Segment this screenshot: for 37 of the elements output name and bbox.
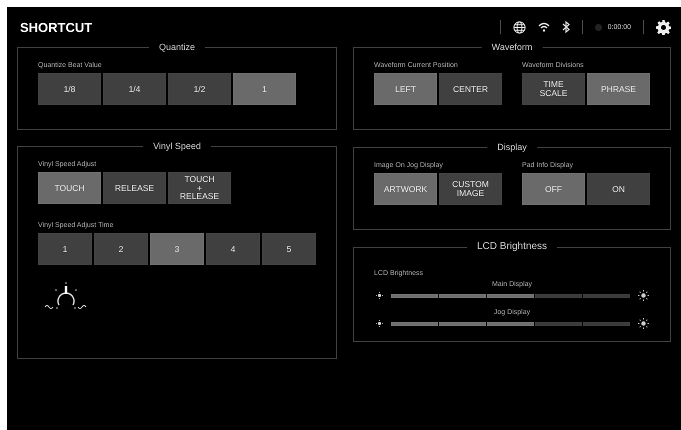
settings-icon[interactable] [656,20,671,34]
option-button[interactable]: LEFT [374,73,437,105]
option-button[interactable]: 1/4 [103,73,166,105]
brightness-slider[interactable] [390,322,630,326]
option-button[interactable]: TOUCH + RELEASE [168,172,231,204]
option-button[interactable]: 3 [150,233,204,265]
panel-title: Quantize [148,42,206,52]
status-dot-icon [594,24,602,30]
dim-sun-icon [376,320,382,327]
screen-title: SHORTCUT [19,20,92,34]
bright-sun-icon [638,318,648,329]
option-button[interactable]: 5 [262,233,316,265]
bluetooth-icon [562,21,570,33]
option-button[interactable]: OFF [522,173,585,205]
option-button[interactable]: 4 [206,233,260,265]
option-button[interactable]: RELEASE [103,172,166,204]
panel-title: LCD Brightness [466,241,558,252]
option-button[interactable]: TOUCH [38,172,101,204]
option-button[interactable]: TIME SCALE [522,73,585,105]
wifi-icon [538,22,550,32]
option-button[interactable]: PHRASE [587,73,650,105]
globe-icon[interactable] [512,20,526,34]
brightness-slider[interactable] [390,294,630,298]
bright-sun-icon [638,290,648,301]
dim-sun-icon [376,292,382,299]
panel-title: Vinyl Speed [143,141,211,151]
option-button[interactable]: 1 [38,233,92,265]
option-button[interactable]: 1 [233,73,296,105]
option-button[interactable]: CENTER [439,73,502,105]
option-button[interactable]: ON [587,173,650,205]
option-button[interactable]: 2 [94,233,148,265]
option-button[interactable]: 1/8 [38,73,101,105]
option-button[interactable]: 1/2 [168,73,231,105]
option-button[interactable]: CUSTOM IMAGE [439,173,502,205]
panel-title: Waveform [482,42,542,52]
option-button[interactable]: ARTWORK [374,173,437,205]
panel-title: Display [487,142,537,152]
